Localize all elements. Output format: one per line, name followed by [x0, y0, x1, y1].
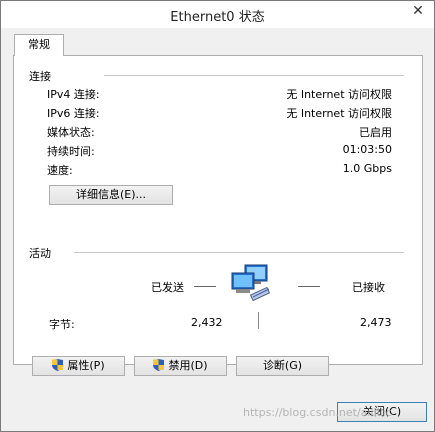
properties-button-label: 属性(P) [67, 359, 105, 372]
bytes-sent-value: 2,432 [191, 316, 223, 329]
bytes-divider [258, 312, 259, 329]
ipv6-label: IPv6 连接: [47, 107, 100, 120]
activity-section-title: 活动 [29, 247, 51, 260]
close-icon: ✕ [412, 3, 424, 19]
shield-icon [153, 359, 165, 371]
diagnose-button[interactable]: 诊断(G) [236, 356, 329, 376]
general-panel: 连接 IPv4 连接: 无 Internet 访问权限 IPv6 连接: 无 I… [13, 55, 423, 376]
details-button[interactable]: 详细信息(E)... [49, 185, 173, 205]
ipv6-value: 无 Internet 访问权限 [286, 107, 392, 120]
shield-icon [52, 359, 64, 371]
sent-label: 已发送 [151, 281, 184, 294]
tab-general[interactable]: 常规 [14, 34, 64, 56]
ipv4-value: 无 Internet 访问权限 [286, 88, 392, 101]
ipv6-row: IPv6 连接: 无 Internet 访问权限 [47, 105, 392, 121]
media-state-row: 媒体状态: 已启用 [47, 124, 392, 140]
properties-button[interactable]: 属性(P) [32, 356, 125, 376]
media-state-value: 已启用 [359, 126, 392, 139]
received-dash [298, 286, 320, 287]
activity-separator [74, 252, 404, 253]
connection-rows: IPv4 连接: 无 Internet 访问权限 IPv6 连接: 无 Inte… [47, 86, 392, 181]
window-title: Ethernet0 状态 [170, 10, 265, 25]
duration-row: 持续时间: 01:03:50 [47, 143, 392, 159]
speed-row: 速度: 1.0 Gbps [47, 162, 392, 178]
ipv4-row: IPv4 连接: 无 Internet 访问权限 [47, 86, 392, 102]
sent-dash [194, 286, 216, 287]
status-dialog: Ethernet0 状态 ✕ 常规 连接 IPv4 连接: 无 Internet… [0, 0, 435, 432]
connection-section-title: 连接 [29, 70, 51, 83]
bytes-label: 字节: [49, 318, 75, 331]
network-computers-icon [229, 263, 277, 303]
received-label: 已接收 [352, 281, 385, 294]
duration-label: 持续时间: [47, 145, 95, 158]
connection-separator [104, 75, 404, 76]
bytes-received-value: 2,473 [360, 316, 392, 329]
duration-value: 01:03:50 [342, 143, 392, 156]
speed-label: 速度: [47, 164, 73, 177]
media-state-label: 媒体状态: [47, 126, 95, 139]
watermark: https://blog.csdn.net/ailillic [243, 406, 392, 419]
speed-value: 1.0 Gbps [342, 162, 392, 175]
disable-button-label: 禁用(D) [168, 359, 208, 372]
disable-button[interactable]: 禁用(D) [134, 356, 227, 376]
ipv4-label: IPv4 连接: [47, 88, 100, 101]
close-window-button[interactable]: ✕ [404, 1, 432, 21]
title-bar: Ethernet0 状态 ✕ [1, 1, 434, 28]
